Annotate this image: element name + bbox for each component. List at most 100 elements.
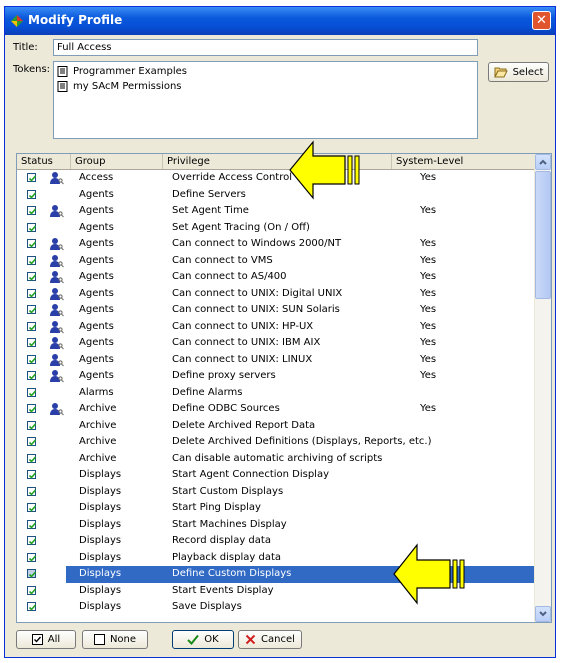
table-row[interactable]: Displays Start Custom Displays (17, 484, 537, 501)
group-cell: Agents (79, 205, 114, 216)
status-checkbox[interactable] (27, 206, 37, 215)
grid-header: Status Group Privilege System-Level (17, 154, 537, 170)
status-checkbox[interactable] (27, 239, 37, 248)
table-row[interactable]: Agents Define Servers (17, 187, 537, 204)
status-checkbox[interactable] (27, 272, 37, 281)
status-checkbox[interactable] (27, 222, 37, 232)
column-header-group[interactable]: Group (71, 154, 163, 169)
title-bar[interactable]: Modify Profile ✕ (5, 7, 555, 35)
table-row[interactable]: Agents Set Agent Tracing (On / Off) (17, 220, 537, 237)
cancel-button[interactable]: Cancel (238, 630, 302, 649)
group-cell: Displays (79, 584, 122, 596)
table-row[interactable]: Agents Can connect to UNIX: Digital UNIX Y… (17, 286, 537, 303)
privilege-cell: Set Agent Time (172, 205, 249, 216)
system-level-cell: Yes (420, 254, 437, 266)
checkbox-checked-icon (31, 634, 43, 645)
status-checkbox[interactable] (27, 354, 37, 364)
table-row[interactable]: Agents Can connect to UNIX: SUN Solaris Ye… (17, 302, 537, 319)
group-cell: Agents (79, 221, 114, 233)
group-cell: Agents (79, 238, 114, 249)
checkmark-icon (28, 554, 37, 562)
status-checkbox[interactable] (27, 404, 37, 413)
token-item[interactable]: Programmer Examples (57, 64, 474, 79)
status-checkbox[interactable] (27, 602, 37, 611)
scroll-down-button[interactable] (535, 606, 551, 622)
checkmark-icon (28, 587, 37, 595)
table-row[interactable]: Displays Start Agent Connection Display (17, 467, 537, 484)
table-row[interactable]: Displays Start Ping Display (17, 500, 537, 517)
column-header-status[interactable]: Status (17, 154, 71, 169)
group-cell: Agents (79, 353, 114, 365)
user-key-icon (50, 205, 64, 218)
chevron-down-icon (539, 611, 547, 617)
status-checkbox[interactable] (27, 255, 37, 265)
status-checkbox[interactable] (27, 420, 37, 430)
column-header-system-level[interactable]: System-Level (392, 154, 537, 169)
status-checkbox[interactable] (27, 536, 37, 545)
status-checkbox[interactable] (27, 503, 37, 512)
status-checkbox[interactable] (27, 453, 37, 463)
token-item[interactable]: my SAcM Permissions (57, 79, 474, 94)
scroll-thumb[interactable] (535, 171, 551, 299)
status-checkbox[interactable] (27, 387, 37, 397)
group-cell: Displays (79, 485, 122, 497)
status-checkbox[interactable] (27, 338, 37, 347)
system-level-cell: Yes (420, 304, 437, 315)
privileges-grid[interactable]: Status Group Privilege System-Level Acce… (16, 153, 552, 623)
title-label: Title: (13, 42, 38, 53)
table-row[interactable]: Agents Define proxy servers Yes (17, 368, 537, 385)
checkmark-icon (28, 571, 37, 578)
group-cell: Archive (79, 403, 117, 414)
status-checkbox[interactable] (27, 486, 37, 496)
checkbox-empty-icon (93, 634, 105, 645)
none-label: None (109, 634, 137, 645)
close-button[interactable]: ✕ (532, 11, 551, 30)
status-checkbox[interactable] (27, 519, 37, 529)
vertical-scrollbar[interactable] (534, 154, 551, 622)
ok-label: OK (204, 634, 219, 645)
table-row[interactable]: Alarms Define Alarms (17, 385, 537, 402)
table-row[interactable]: Archive Delete Archived Report Data (17, 418, 537, 435)
system-level-cell: Yes (420, 205, 437, 216)
status-checkbox[interactable] (27, 371, 37, 380)
table-row[interactable]: Agents Can connect to VMS Yes (17, 253, 537, 270)
table-row[interactable]: Agents Can connect to UNIX: HP-UX Yes (17, 319, 537, 336)
table-row[interactable]: Agents Set Agent Time Yes (17, 203, 537, 220)
privilege-cell: Can connect to Windows 2000/NT (172, 238, 342, 249)
select-button[interactable]: Select (488, 62, 549, 82)
status-checkbox[interactable] (27, 189, 37, 199)
table-row[interactable]: Archive Define ODBC Sources Yes (17, 401, 537, 418)
table-row[interactable]: Agents Can connect to UNIX: LINUX Yes (17, 352, 537, 369)
table-row[interactable]: Agents Can connect to AS/400 Yes (17, 269, 537, 286)
group-cell: Displays (79, 502, 122, 513)
table-row[interactable]: Archive Can disable automatic archiving o… (17, 451, 537, 468)
check-all-button[interactable]: All (16, 630, 76, 649)
checkmark-icon (28, 505, 37, 512)
table-row[interactable]: Agents Can connect to UNIX: IBM AIX Yes (17, 335, 537, 352)
table-row[interactable]: Access Override Access Control Yes (17, 170, 537, 187)
status-checkbox[interactable] (27, 569, 37, 578)
table-row[interactable]: Displays Start Machines Display (17, 517, 537, 534)
user-key-icon (50, 320, 64, 333)
privilege-cell: Save Displays (172, 601, 242, 612)
status-checkbox[interactable] (27, 305, 37, 314)
status-checkbox[interactable] (27, 470, 37, 479)
check-none-button[interactable]: None (82, 630, 148, 649)
token-label: Programmer Examples (73, 66, 187, 77)
status-checkbox[interactable] (27, 552, 37, 562)
table-row[interactable]: Agents Can connect to Windows 2000/NT Yes (17, 236, 537, 253)
status-checkbox[interactable] (27, 288, 37, 298)
cancel-label: Cancel (261, 634, 295, 645)
status-checkbox[interactable] (27, 585, 37, 595)
title-input[interactable]: Full Access (53, 39, 478, 56)
table-row[interactable]: Archive Delete Archived Definitions (Disp… (17, 434, 537, 451)
checkmark-icon (28, 472, 37, 479)
group-cell: Access (79, 172, 114, 183)
tokens-list[interactable]: Programmer Examples my SAcM Permissions (53, 61, 478, 139)
status-checkbox[interactable] (27, 437, 37, 446)
status-checkbox[interactable] (27, 173, 37, 182)
ok-button[interactable]: OK (172, 630, 234, 649)
status-checkbox[interactable] (27, 321, 37, 331)
chevron-up-icon (539, 159, 547, 165)
scroll-up-button[interactable] (535, 154, 551, 170)
